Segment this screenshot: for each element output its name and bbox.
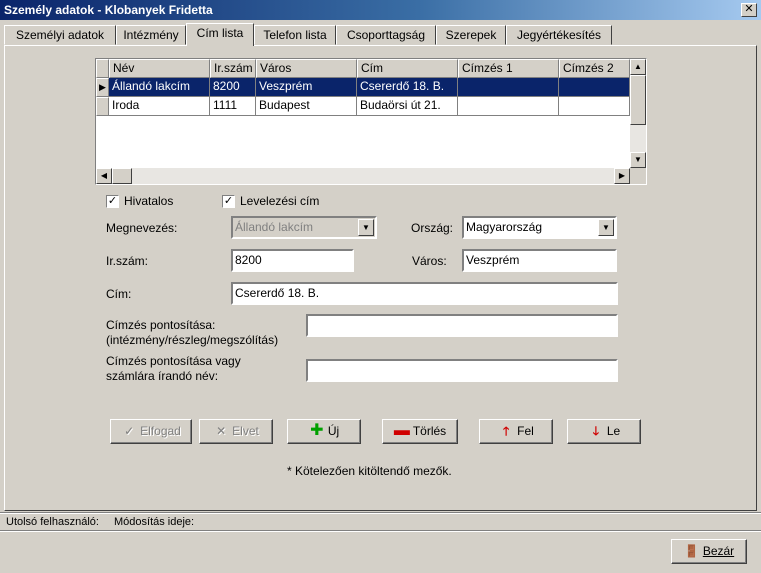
tab-jegyertekesites[interactable]: Jegyértékesítés — [506, 25, 612, 45]
uj-button[interactable]: ✚ Új — [287, 419, 361, 444]
table-cell: Csererdő 18. B. — [357, 78, 458, 97]
grid-header-cimzes-2[interactable]: Címzés 2 — [559, 59, 630, 78]
szamlara-label-line-1: Címzés pontosítása vagy — [106, 354, 241, 368]
cim-label: Cím: — [106, 287, 132, 301]
grid-header-varos[interactable]: Város — [256, 59, 357, 78]
table-cell: 8200 — [210, 78, 256, 97]
fel-label: Fel — [517, 424, 534, 438]
tab-intezmeny[interactable]: Intézmény — [116, 25, 186, 45]
check-icon: ✓ — [223, 195, 234, 207]
scroll-left-icon[interactable]: ◀ — [96, 168, 112, 184]
plus-icon: ✚ — [310, 422, 324, 439]
fel-button[interactable]: 🡑 Fel — [479, 419, 553, 444]
elvet-button[interactable]: ✕ Elvet — [199, 419, 273, 444]
szamlara-field[interactable] — [306, 359, 618, 382]
megnevezes-value: Állandó lakcím — [235, 220, 314, 234]
uj-label: Új — [327, 424, 340, 438]
pontositas-label-line-1: Címzés pontosítása: — [106, 318, 216, 332]
torles-button[interactable]: ▬ Törlés — [382, 419, 458, 444]
tab-szerepek[interactable]: Szerepek — [436, 25, 506, 45]
table-cell — [559, 78, 630, 97]
modified-label: Módosítás ideje: — [114, 516, 195, 528]
checkmark-icon: ✓ — [124, 424, 135, 438]
scroll-up-icon[interactable]: ▲ — [630, 59, 646, 75]
cim-value: Csererdő 18. B. — [235, 286, 320, 300]
table-cell: 1111 — [210, 97, 256, 116]
table-cell: Állandó lakcím — [109, 78, 210, 97]
chevron-down-icon: ▼ — [358, 219, 374, 236]
grid-header-cim[interactable]: Cím — [357, 59, 458, 78]
table-cell: Iroda — [109, 97, 210, 116]
irszam-field[interactable]: 8200 — [231, 249, 354, 272]
irszam-label: Ir.szám: — [106, 254, 149, 268]
elvet-label: Elvet — [232, 424, 259, 438]
chevron-down-icon[interactable]: ▼ — [598, 219, 614, 236]
grid-header-nev[interactable]: Név — [109, 59, 210, 78]
hivatalos-label: Hivatalos — [124, 194, 174, 208]
row-indicator — [96, 97, 109, 116]
le-button[interactable]: 🡓 Le — [567, 419, 641, 444]
tab-szemelyi-adatok[interactable]: Személyi adatok — [4, 25, 116, 45]
hivatalos-checkbox[interactable]: ✓ — [106, 195, 119, 208]
grid-header-irszam[interactable]: Ir.szám — [210, 59, 256, 78]
required-fields-note: * Kötelezően kitöltendő mezők. — [287, 464, 452, 478]
bezar-button[interactable]: 🚪 Bezár — [671, 539, 747, 564]
minus-icon: ▬ — [393, 422, 410, 439]
window-title: Személy adatok - Klobanyek Fridetta — [4, 3, 213, 17]
close-icon: ✕ — [744, 3, 754, 15]
tab-csoporttagsag[interactable]: Csoporttagság — [336, 25, 436, 45]
vertical-scrollbar[interactable]: ▲ ▼ — [630, 59, 646, 168]
varos-label: Város: — [412, 254, 447, 268]
elfogad-label: Elfogad — [140, 424, 181, 438]
tab-telefon-lista[interactable]: Telefon lista — [254, 25, 336, 45]
table-cell: Budapest — [256, 97, 357, 116]
cim-field[interactable]: Csererdő 18. B. — [231, 282, 618, 305]
table-cell: Veszprém — [256, 78, 357, 97]
door-exit-icon: 🚪 — [684, 544, 700, 558]
arrow-up-icon: 🡑 — [503, 424, 510, 438]
row-pointer-icon: ▶ — [96, 78, 109, 97]
x-icon: ✕ — [216, 424, 227, 438]
bezar-label: Bezár — [702, 544, 735, 558]
scroll-down-icon[interactable]: ▼ — [630, 152, 646, 168]
scrollbar-corner — [630, 168, 646, 184]
irszam-value: 8200 — [235, 253, 262, 267]
megnevezes-label: Megnevezés: — [106, 221, 178, 235]
status-divider — [0, 512, 761, 514]
szamlara-label-line-2: számlára írandó név: — [106, 369, 219, 383]
window: Személy adatok - Klobanyek Fridetta ✕ Sz… — [0, 0, 761, 573]
table-cell: Budaörsi út 21. — [357, 97, 458, 116]
arrow-down-icon: 🡓 — [592, 424, 599, 438]
grid-header-cimzes-1[interactable]: Címzés 1 — [458, 59, 559, 78]
megnevezes-select: Állandó lakcím ▼ — [231, 216, 377, 239]
table-cell — [458, 78, 559, 97]
pontositas-label-line-2: (intézmény/részleg/megszólítás) — [106, 333, 279, 347]
close-button[interactable]: ✕ — [741, 3, 757, 17]
horizontal-scrollbar[interactable]: ◀ ▶ — [96, 168, 630, 184]
status-divider-bottom — [0, 530, 761, 532]
torles-label: Törlés — [412, 424, 447, 438]
orszag-label: Ország: — [411, 221, 454, 235]
varos-value: Veszprém — [466, 253, 520, 267]
levelezesi-cim-label: Levelezési cím — [240, 194, 320, 208]
orszag-value: Magyarország — [466, 220, 543, 234]
le-label: Le — [606, 424, 621, 438]
horizontal-scroll-thumb[interactable] — [112, 168, 132, 184]
grid-header-indicator — [96, 59, 109, 78]
elfogad-button[interactable]: ✓ Elfogad — [110, 419, 192, 444]
table-cell — [458, 97, 559, 116]
orszag-select[interactable]: Magyarország ▼ — [462, 216, 617, 239]
scroll-right-icon[interactable]: ▶ — [614, 168, 630, 184]
address-grid[interactable]: Név Ir.szám Város Cím Címzés 1 Címzés 2 … — [95, 58, 647, 185]
vertical-scroll-thumb[interactable] — [630, 75, 646, 125]
check-icon: ✓ — [107, 195, 118, 207]
last-user-label: Utolsó felhasználó: — [6, 516, 99, 528]
table-cell — [559, 97, 630, 116]
pontositas-field[interactable] — [306, 314, 618, 337]
levelezesi-cim-checkbox[interactable]: ✓ — [222, 195, 235, 208]
title-bar: Személy adatok - Klobanyek Fridetta ✕ — [0, 0, 761, 20]
varos-field[interactable]: Veszprém — [462, 249, 617, 272]
tab-cim-lista[interactable]: Cím lista — [186, 23, 254, 46]
